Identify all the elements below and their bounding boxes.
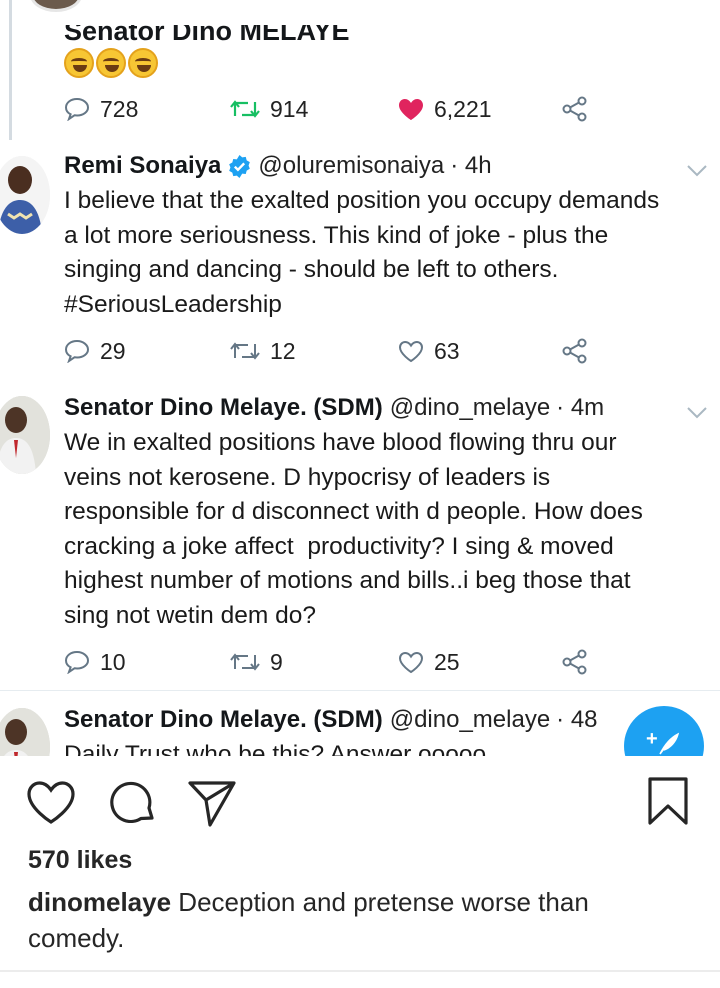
heart-filled-icon <box>399 98 423 120</box>
compose-tweet-button[interactable]: + <box>624 706 704 756</box>
hashtag-link[interactable]: #SeriousLeadership <box>64 288 714 323</box>
chevron-down-icon[interactable] <box>686 406 708 420</box>
author-handle[interactable]: @dino_melaye <box>390 394 550 422</box>
reply-count: 29 <box>100 337 126 364</box>
tweet-text-line: veins not kerosene. D hypocrisy of leade… <box>64 463 551 491</box>
tweet-text-line: singing and dancing - should be left to … <box>64 256 559 283</box>
thread-line <box>9 0 12 140</box>
tweet-text-line: highest number of motions and bills..i b… <box>64 567 631 594</box>
emoji-row <box>64 48 158 78</box>
tweet-header: Remi Sonaiya @oluremisonaiya · 4h <box>64 152 492 180</box>
heart-icon <box>398 340 424 362</box>
chevron-down-icon[interactable] <box>686 164 708 178</box>
tweet-text-line: responsible for d disconnect with d peop… <box>64 498 643 525</box>
tweet-time: · 4h <box>450 152 492 179</box>
tweet-header: Senator Dino Melaye. (SDM) @dino_melaye … <box>64 394 604 422</box>
reply-icon <box>64 339 90 363</box>
plus-icon: + <box>646 728 658 750</box>
tweet-time: · 48 <box>556 706 598 733</box>
share-button[interactable] <box>562 646 588 678</box>
author-name[interactable]: Remi Sonaiya <box>64 152 221 180</box>
tweet-text: Daily Trust who be this? Answer ooooo <box>64 738 714 756</box>
tweet-screenshot: Senator Dino MELAYE 728 914 6,221 Remi S… <box>0 0 720 756</box>
divider <box>0 690 720 691</box>
tweet-text-line: a lot more seriousness. This kind of jok… <box>64 221 609 249</box>
like-count: 6,221 <box>434 95 492 122</box>
share-icon <box>562 649 587 675</box>
retweet-icon <box>230 100 260 118</box>
tweet-text-line: sing not wetin dem do? <box>64 601 316 629</box>
tweet-header: Senator Dino Melaye. (SDM) @dino_melaye … <box>64 706 598 734</box>
like-button[interactable]: 25 <box>398 646 460 678</box>
caption-username[interactable]: dinomelaye <box>28 887 171 917</box>
share-button[interactable] <box>562 93 588 125</box>
reply-button[interactable]: 728 <box>64 93 138 125</box>
reply-button[interactable]: 10 <box>64 646 126 678</box>
reply-icon <box>64 97 90 121</box>
like-count: 25 <box>434 648 460 675</box>
tweet-text-line: I believe that the exalted position you … <box>64 187 660 214</box>
tweet-text: We in exalted positions have blood flowi… <box>64 426 714 633</box>
send-icon[interactable] <box>186 778 238 828</box>
author-handle[interactable]: @dino_melaye <box>390 706 550 734</box>
tweet-actions: 10 9 25 <box>64 646 604 678</box>
avatar <box>30 0 82 12</box>
reply-button[interactable]: 29 <box>64 335 126 367</box>
retweet-button[interactable]: 914 <box>230 93 308 125</box>
reply-count: 728 <box>100 95 139 122</box>
author-name[interactable]: Senator Dino Melaye. (SDM) <box>64 394 383 422</box>
tweet-text: I believe that the exalted position you … <box>64 184 714 322</box>
laughing-tears-emoji-icon <box>96 48 126 78</box>
tweet-actions: 728 914 6,221 <box>64 93 604 125</box>
reply-count: 10 <box>100 648 126 675</box>
share-icon <box>562 96 587 122</box>
bookmark-icon[interactable] <box>646 776 690 826</box>
heart-icon[interactable] <box>26 780 76 826</box>
share-button[interactable] <box>562 335 588 367</box>
tweet-text-line: Daily Trust who be this? Answer ooooo <box>64 741 487 756</box>
retweet-count: 12 <box>270 337 296 364</box>
like-count: 63 <box>434 337 460 364</box>
author-handle[interactable]: @oluremisonaiya <box>258 152 444 180</box>
like-button[interactable]: 6,221 <box>398 93 492 125</box>
tweet-time: · 4m <box>556 394 605 421</box>
reply-icon <box>64 650 90 674</box>
tweet-actions: 29 12 63 <box>64 335 604 367</box>
comment-icon[interactable] <box>108 778 158 828</box>
author-name[interactable]: Senator Dino Melaye. (SDM) <box>64 706 383 734</box>
laughing-tears-emoji-icon <box>64 48 94 78</box>
likes-count[interactable]: 570 likes <box>28 846 132 875</box>
post-caption: dinomelaye Deception and pretense worse … <box>28 884 668 956</box>
retweet-count: 9 <box>270 648 283 675</box>
verified-badge-icon <box>229 154 251 178</box>
avatar <box>0 708 50 756</box>
heart-icon <box>398 651 424 673</box>
retweet-count: 914 <box>270 95 309 122</box>
share-icon <box>562 338 587 364</box>
instagram-post-footer: 570 likes dinomelaye Deception and prete… <box>0 756 720 988</box>
retweet-icon <box>230 653 260 671</box>
laughing-tears-emoji-icon <box>128 48 158 78</box>
avatar <box>0 156 50 234</box>
divider <box>0 970 720 972</box>
retweet-button[interactable]: 9 <box>230 646 283 678</box>
tweet-author-name: Senator Dino MELAYE <box>64 16 350 46</box>
retweet-icon <box>230 342 260 360</box>
feather-icon <box>659 732 680 755</box>
tweet-text-line: We in exalted positions have blood flowi… <box>64 429 617 456</box>
like-button[interactable]: 63 <box>398 335 460 367</box>
retweet-button[interactable]: 12 <box>230 335 296 367</box>
tweet-text-line: cracking a joke affect productivity? I s… <box>64 532 614 560</box>
avatar <box>0 396 50 474</box>
